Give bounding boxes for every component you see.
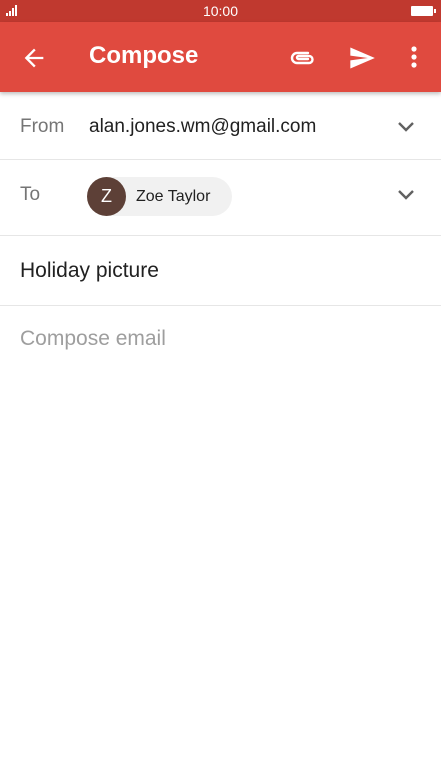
page-title: Compose (89, 42, 199, 69)
more-vert-icon[interactable] (404, 42, 424, 72)
recipient-chip[interactable]: Z Zoe Taylor (87, 177, 232, 216)
to-label: To (20, 184, 41, 205)
from-account[interactable]: alan.jones.wm@gmail.com (89, 116, 316, 138)
signal-icon (6, 5, 17, 16)
to-row[interactable]: To Z Zoe Taylor (0, 160, 441, 236)
from-label: From (20, 116, 65, 137)
battery-icon (411, 6, 436, 16)
avatar: Z (87, 177, 126, 216)
subject-row[interactable]: Holiday picture (0, 236, 441, 306)
arrow-back-icon[interactable] (20, 44, 48, 72)
from-row[interactable]: From alan.jones.wm@gmail.com (0, 92, 441, 160)
app-bar: Compose (0, 22, 441, 92)
subject-field[interactable]: Holiday picture (20, 259, 159, 283)
recipient-name: Zoe Taylor (136, 187, 211, 205)
paperclip-icon[interactable] (287, 44, 319, 72)
send-icon[interactable] (347, 44, 377, 72)
status-time: 10:00 (202, 3, 239, 19)
status-bar: 10:00 (0, 0, 441, 22)
compose-body-field[interactable]: Compose email (20, 327, 166, 351)
chevron-down-icon[interactable] (396, 188, 416, 202)
chevron-down-icon[interactable] (396, 120, 416, 134)
